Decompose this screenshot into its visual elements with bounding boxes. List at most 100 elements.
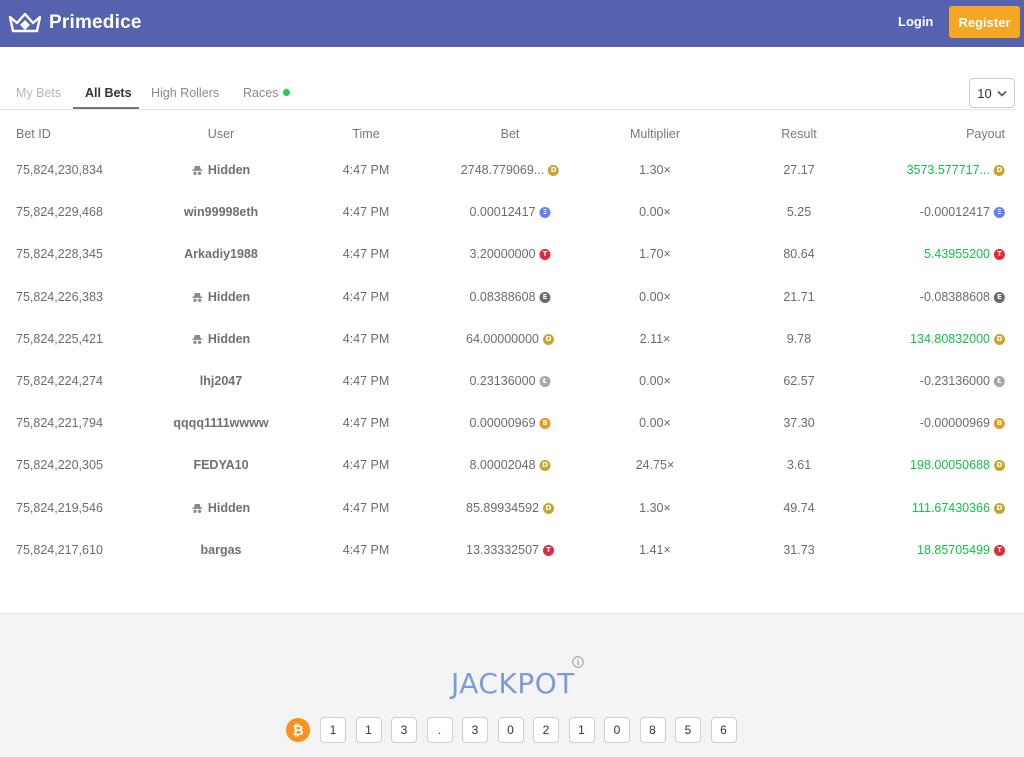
table-row[interactable]: 75,824,229,468 win99998eth 4:47 PM 0.000124…: [0, 205, 1024, 247]
bet-result: 9.78: [786, 332, 812, 346]
bet-result: 49.74: [783, 501, 815, 515]
tab-races-label: Races: [243, 86, 279, 100]
bet-amount: 3.20000000: [469, 247, 536, 261]
bet-result: 27.17: [783, 163, 815, 177]
table-row[interactable]: 75,824,221,794 qqqq1111wwww 4:47 PM 0.00000…: [0, 416, 1024, 458]
col-header-user: User: [207, 127, 235, 141]
table-row[interactable]: 75,824,225,421 Hidden 4:47 PM 64.00000000 D 2…: [0, 332, 1024, 374]
payout-amount: -0.00012417: [919, 205, 990, 219]
payout-cell: 111.67430366 D: [912, 501, 1005, 515]
doge-coin-icon: D: [539, 459, 551, 471]
jackpot-digit: 3: [391, 717, 417, 743]
bet-time: 4:47 PM: [342, 163, 390, 177]
tab-my-bets[interactable]: My Bets: [16, 86, 61, 100]
incognito-icon: [192, 334, 203, 344]
bet-multiplier: 2.11×: [639, 332, 671, 346]
user-cell[interactable]: lhj2047: [200, 374, 242, 388]
bet-time: 4:47 PM: [342, 374, 390, 388]
crown-logo-icon: [8, 12, 42, 33]
table-row[interactable]: 75,824,217,610 bargas 4:47 PM 13.33332507 T 1…: [0, 543, 1024, 585]
ltc-coin-icon: Ł: [539, 375, 551, 387]
doge-coin-icon: D: [994, 459, 1005, 471]
user-cell[interactable]: Hidden: [192, 332, 250, 346]
user-name: Hidden: [207, 163, 251, 177]
user-cell[interactable]: win99998eth: [184, 205, 258, 219]
bet-multiplier: 24.75×: [635, 458, 675, 472]
trx-coin-icon: T: [994, 248, 1005, 260]
bet-amount-cell: 13.33332507 T: [466, 543, 554, 557]
col-header-time: Time: [352, 127, 380, 141]
bet-id[interactable]: 75,824,228,345: [16, 247, 103, 261]
bet-result: 80.64: [783, 247, 815, 261]
trx-coin-icon: T: [539, 248, 551, 260]
bet-id[interactable]: 75,824,221,794: [16, 416, 103, 430]
rows-count-select[interactable]: 10: [969, 78, 1015, 108]
bet-multiplier: 1.30×: [639, 501, 671, 515]
user-cell[interactable]: Arkadiy1988: [184, 247, 258, 261]
payout-amount: 3573.577717...: [906, 163, 990, 177]
bets-tabs: My Bets All Bets High Rollers Races: [0, 78, 1016, 110]
register-button[interactable]: Register: [949, 6, 1020, 38]
payout-amount: 18.85705499: [917, 543, 990, 557]
jackpot-digit: 2: [533, 717, 559, 743]
tab-high-rollers[interactable]: High Rollers: [151, 86, 219, 100]
jackpot-digit: 1: [568, 717, 595, 743]
table-row[interactable]: 75,824,220,305 FEDYA10 4:47 PM 8.00002048 D 2…: [0, 458, 1024, 500]
bet-time: 4:47 PM: [342, 332, 390, 346]
bet-amount-cell: 0.08388608 E: [469, 290, 551, 304]
bet-id[interactable]: 75,824,217,610: [16, 543, 103, 557]
doge-coin-icon: D: [994, 502, 1005, 514]
rows-count-value: 10: [977, 85, 992, 101]
info-icon[interactable]: [572, 656, 584, 668]
bet-id[interactable]: 75,824,229,468: [16, 205, 103, 219]
col-header-multiplier: Multiplier: [629, 127, 681, 141]
bet-amount-cell: 0.23136000 Ł: [469, 374, 551, 388]
table-row[interactable]: 75,824,224,274 lhj2047 4:47 PM 0.23136000 Ł 0…: [0, 374, 1024, 416]
trx-coin-icon: T: [994, 544, 1005, 556]
bet-amount-cell: 8.00002048 D: [469, 458, 551, 472]
logo[interactable]: Primedice: [8, 11, 142, 35]
table-row[interactable]: 75,824,228,345 Arkadiy1988 4:47 PM 3.200000…: [0, 247, 1024, 289]
payout-cell: 134.80832000 D: [910, 332, 1005, 346]
user-cell[interactable]: Hidden: [192, 501, 250, 515]
payout-cell: -0.08388608 E: [920, 290, 1005, 304]
payout-cell: 5.43955200 T: [924, 247, 1005, 261]
bet-multiplier: 0.00×: [639, 205, 671, 219]
bet-amount-cell: 0.00012417 Ξ: [469, 205, 551, 219]
doge-coin-icon: D: [994, 333, 1005, 345]
table-row[interactable]: 75,824,230,834 Hidden 4:47 PM 2748.779069..…: [0, 163, 1024, 205]
bet-id[interactable]: 75,824,219,546: [16, 501, 103, 515]
bet-multiplier: 1.41×: [639, 543, 671, 557]
user-cell[interactable]: bargas: [201, 543, 242, 557]
tab-all-bets[interactable]: All Bets: [85, 86, 132, 100]
bet-multiplier: 1.70×: [639, 247, 671, 261]
bet-id[interactable]: 75,824,225,421: [16, 332, 103, 346]
active-tab-underline: [73, 107, 139, 109]
jackpot-digit: 8: [639, 717, 666, 743]
doge-coin-icon: D: [543, 333, 554, 345]
bet-time: 4:47 PM: [342, 416, 390, 430]
table-row[interactable]: 75,824,226,383 Hidden 4:47 PM 0.08388608 E 0.…: [0, 290, 1024, 332]
login-link[interactable]: Login: [898, 14, 933, 29]
user-cell[interactable]: Hidden: [192, 163, 250, 177]
user-name: Hidden: [207, 501, 251, 515]
doge-coin-icon: D: [994, 164, 1005, 176]
bet-id[interactable]: 75,824,224,274: [16, 374, 103, 388]
col-header-result: Result: [781, 127, 817, 141]
user-cell[interactable]: Hidden: [192, 290, 250, 304]
jackpot-digit: 1: [355, 717, 382, 743]
top-bar: Primedice Login Register: [0, 0, 1024, 47]
eos-coin-icon: E: [994, 291, 1005, 303]
bet-result: 21.71: [783, 290, 815, 304]
bet-id[interactable]: 75,824,230,834: [16, 163, 103, 177]
live-indicator-icon: [283, 89, 291, 96]
eth-coin-icon: Ξ: [539, 206, 551, 218]
bet-id[interactable]: 75,824,220,305: [16, 458, 103, 472]
bet-amount: 0.00012417: [469, 205, 536, 219]
bet-multiplier: 0.00×: [639, 416, 671, 430]
user-cell[interactable]: FEDYA10: [193, 458, 248, 472]
table-row[interactable]: 75,824,219,546 Hidden 4:47 PM 85.89934592 D 1…: [0, 501, 1024, 543]
tab-races[interactable]: Races: [243, 86, 291, 100]
bet-id[interactable]: 75,824,226,383: [16, 290, 103, 304]
user-cell[interactable]: qqqq1111wwww: [173, 416, 268, 430]
